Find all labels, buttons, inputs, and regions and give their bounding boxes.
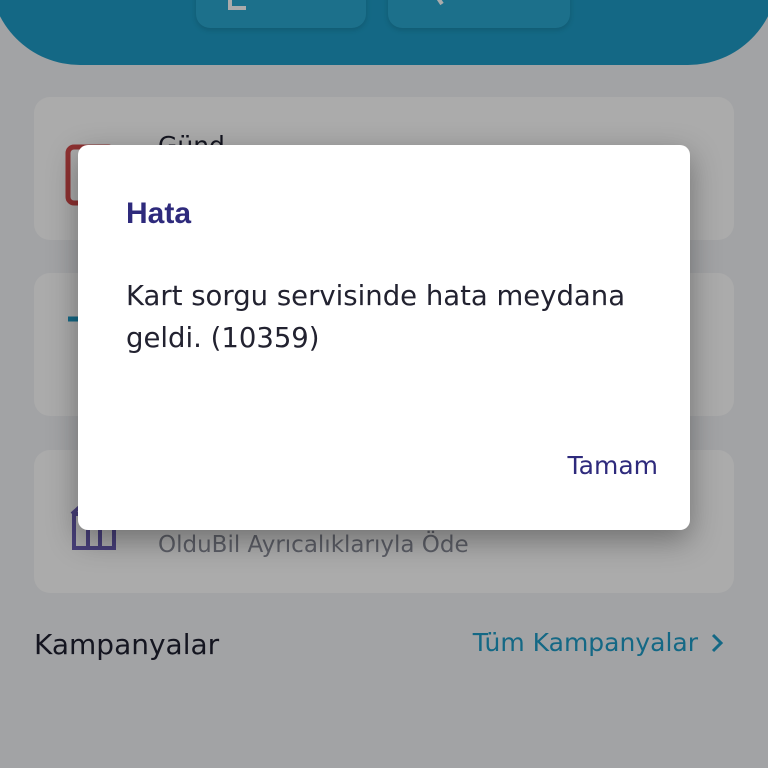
dialog-message: Kart sorgu servisinde hata meydana geldi… xyxy=(126,280,626,354)
ok-button[interactable]: Tamam xyxy=(568,451,658,480)
dialog-title: Hata xyxy=(126,197,192,230)
error-dialog: Hata Kart sorgu servisinde hata meydana … xyxy=(78,145,690,530)
